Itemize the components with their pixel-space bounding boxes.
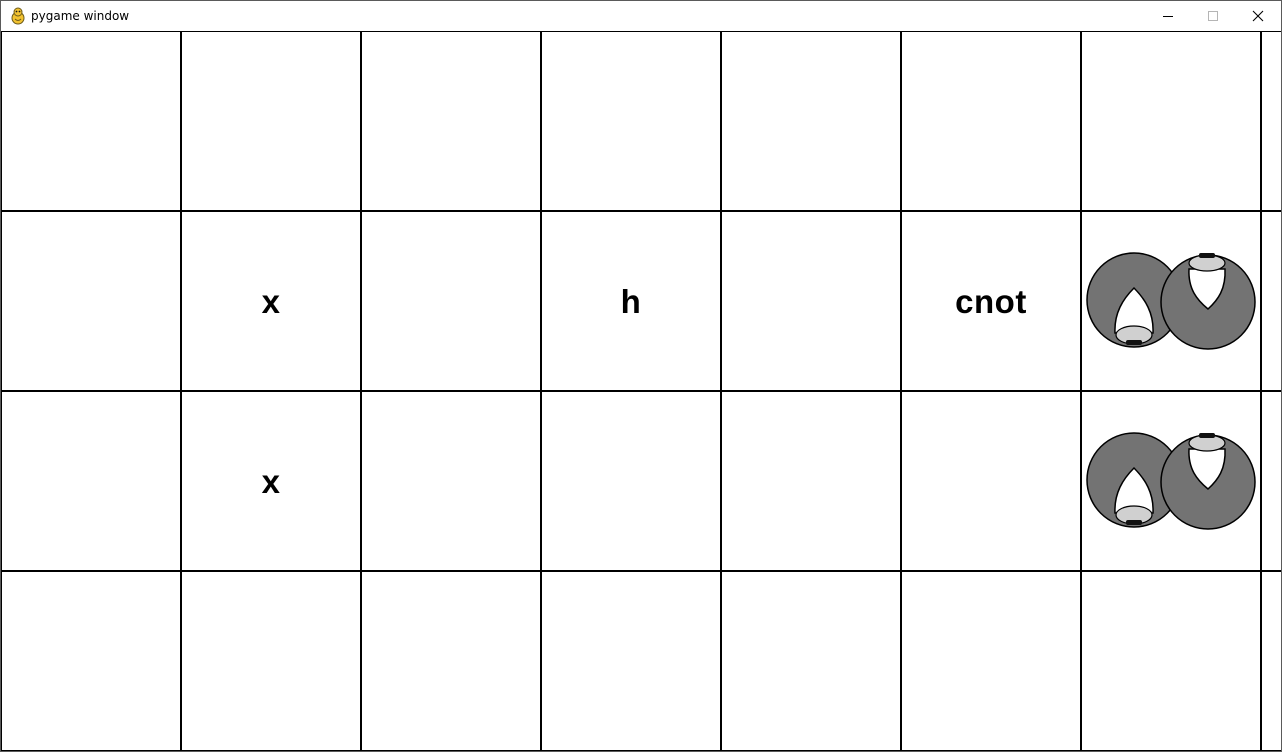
board-cell[interactable] — [1081, 391, 1261, 571]
pygame-window: pygame window x h cnot x — [0, 0, 1282, 752]
board-cell[interactable] — [181, 571, 361, 751]
board-cell[interactable] — [901, 31, 1081, 211]
board-cell[interactable] — [1261, 391, 1281, 571]
pygame-snake-icon — [11, 7, 25, 25]
gate-label: x — [261, 462, 281, 500]
board-cell[interactable] — [181, 31, 361, 211]
board-cell[interactable] — [901, 391, 1081, 571]
board-cell[interactable] — [1081, 211, 1261, 391]
gate-label: x — [261, 282, 281, 320]
maximize-icon — [1207, 11, 1218, 21]
board-cell[interactable] — [361, 31, 541, 211]
minimize-button[interactable] — [1145, 1, 1190, 31]
title-bar[interactable]: pygame window — [1, 1, 1281, 31]
board-cell[interactable]: x — [181, 211, 361, 391]
board-cell[interactable] — [361, 391, 541, 571]
entangled-qubits-icon — [1086, 432, 1256, 530]
window-title: pygame window — [31, 9, 130, 23]
board-cell[interactable]: x — [181, 391, 361, 571]
board-cell[interactable] — [1261, 211, 1281, 391]
board-cell[interactable] — [721, 571, 901, 751]
board-cell[interactable] — [721, 391, 901, 571]
board-cell[interactable] — [361, 571, 541, 751]
board-cell[interactable] — [1, 391, 181, 571]
board-cell[interactable]: h — [541, 211, 721, 391]
entangled-qubits-icon — [1086, 252, 1256, 350]
gate-label: h — [620, 282, 642, 320]
board-cell[interactable] — [541, 571, 721, 751]
board-cell[interactable] — [1, 31, 181, 211]
board-cell[interactable]: cnot — [901, 211, 1081, 391]
board-cell[interactable] — [361, 211, 541, 391]
board-cell[interactable] — [1261, 571, 1281, 751]
board-cell[interactable] — [1, 211, 181, 391]
close-icon — [1252, 10, 1263, 22]
board-cell[interactable] — [721, 211, 901, 391]
board-cell[interactable] — [1081, 571, 1261, 751]
maximize-button[interactable] — [1190, 1, 1235, 31]
board-cell[interactable] — [541, 31, 721, 211]
board-cell[interactable] — [721, 31, 901, 211]
board-cell[interactable] — [1081, 31, 1261, 211]
board-cell[interactable] — [1, 571, 181, 751]
game-board[interactable]: x h cnot x — [1, 31, 1281, 751]
gate-label: cnot — [955, 282, 1027, 320]
board-cell[interactable] — [541, 391, 721, 571]
board-cell[interactable] — [901, 571, 1081, 751]
board-cell[interactable] — [1261, 31, 1281, 211]
close-button[interactable] — [1235, 1, 1280, 31]
minimize-icon — [1162, 16, 1173, 17]
